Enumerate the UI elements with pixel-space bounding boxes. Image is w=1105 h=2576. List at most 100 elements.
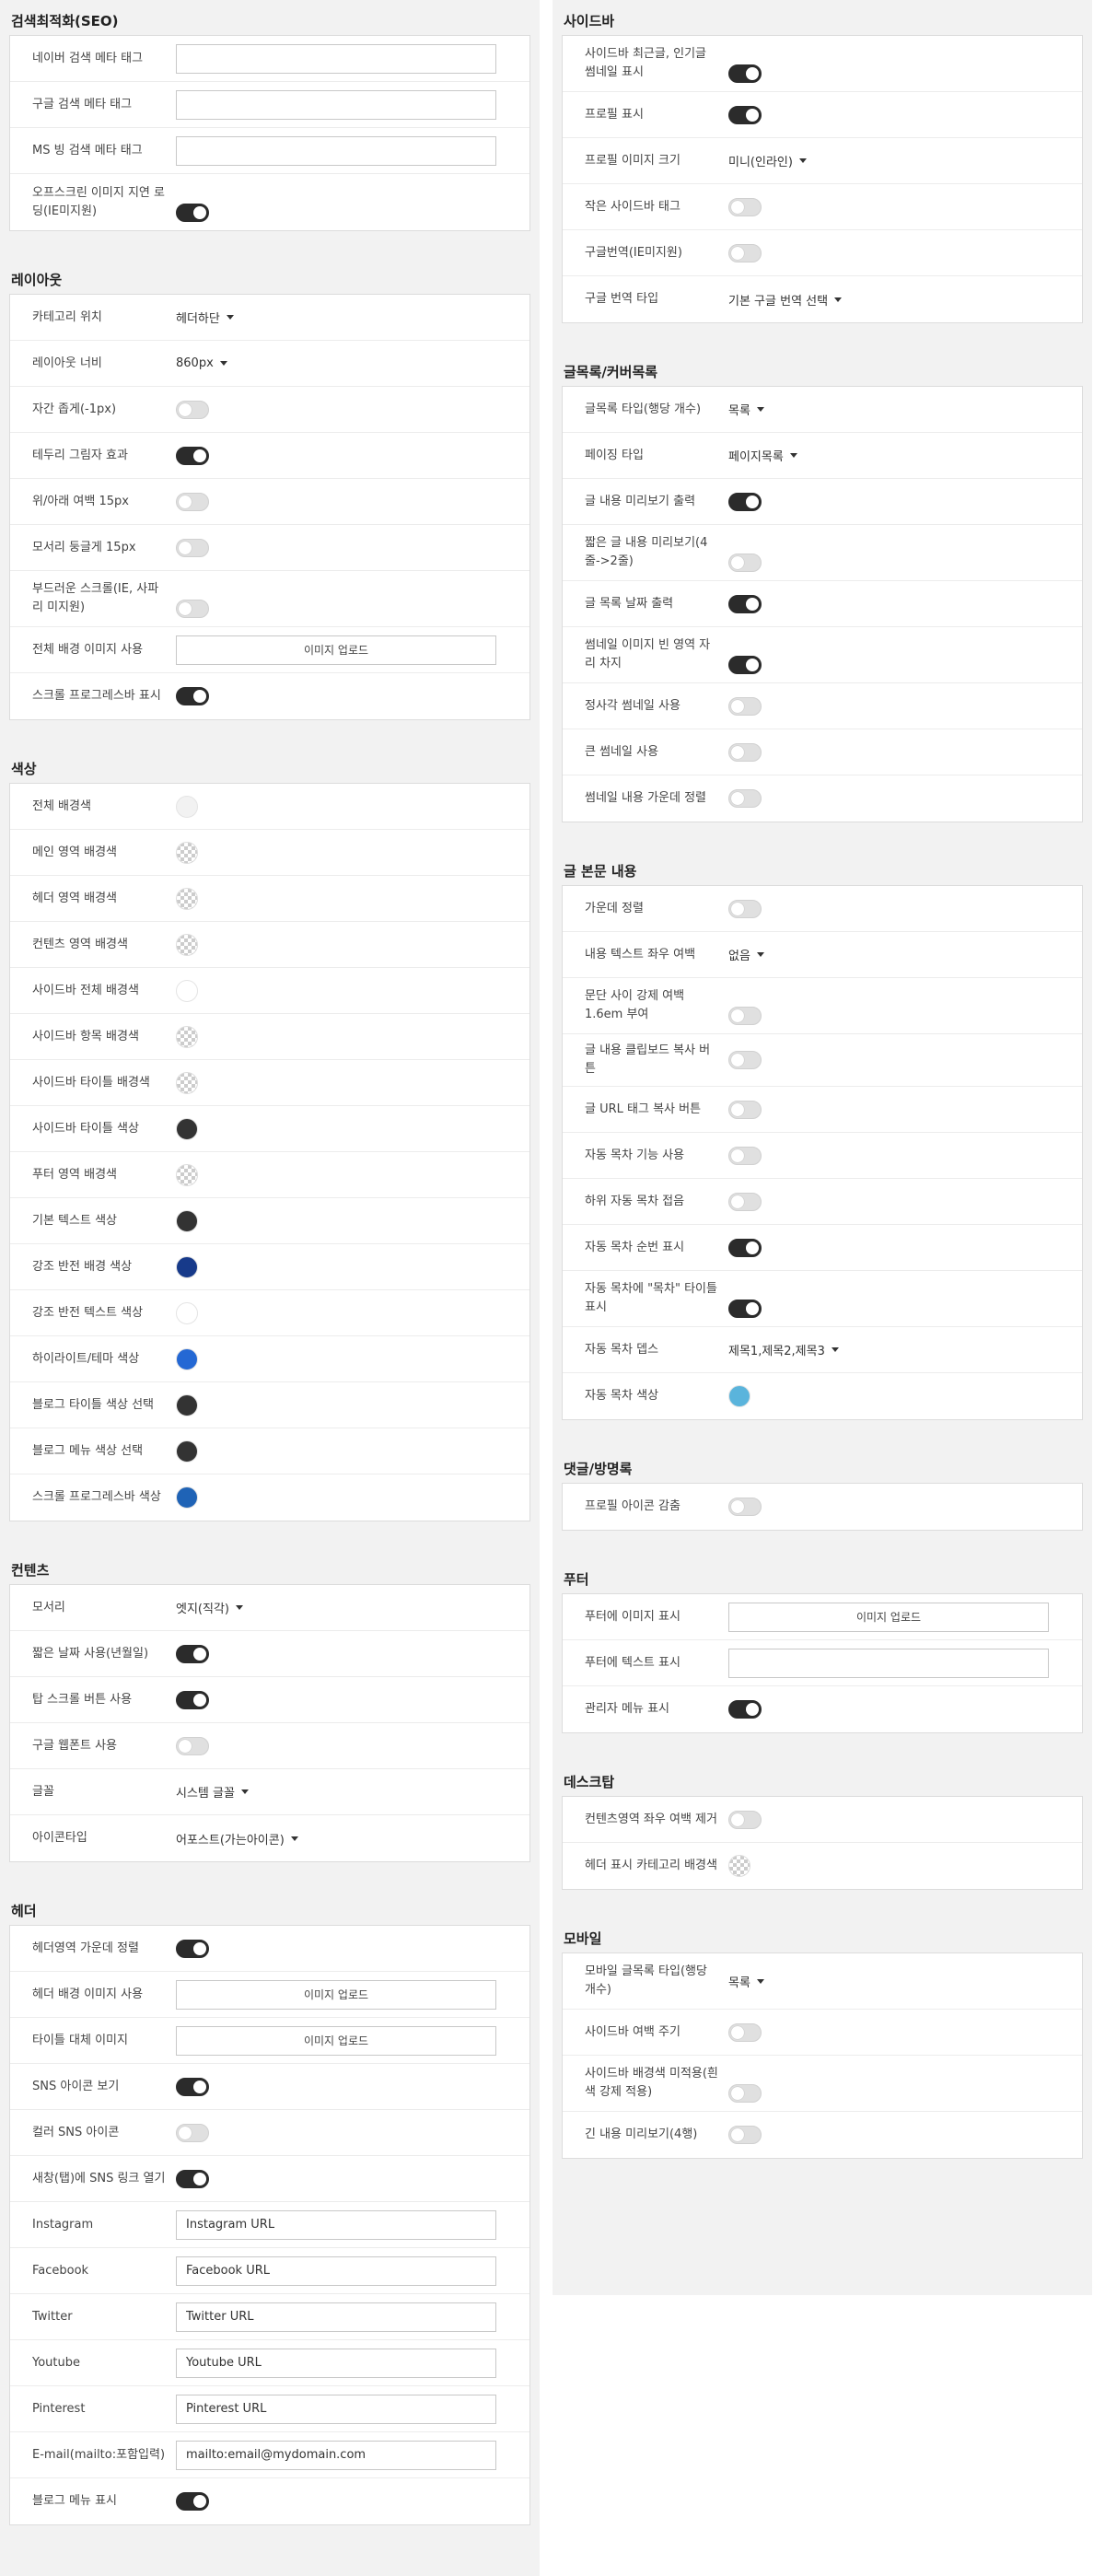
setting-label: 모서리 둥글게 15px [32,540,136,554]
clipboard-button-toggle[interactable] [728,1051,762,1069]
google-webfont-toggle[interactable] [176,1736,209,1755]
setting-label: 컨텐츠영역 좌우 여백 제거 [585,1812,717,1826]
color-setting-row: 블로그 메뉴 색상 선택 [10,1428,529,1474]
corner-style-select[interactable]: 엣지(직각) [176,1599,243,1616]
setting-label: 푸터 영역 배경색 [32,1167,117,1182]
body-center-toggle[interactable] [728,899,762,918]
blog-menu-toggle[interactable] [176,2492,209,2511]
color-swatch[interactable] [176,1255,198,1278]
category-position-select[interactable]: 헤더하단 [176,309,234,326]
scroll-progress-toggle[interactable] [176,687,209,705]
thumb-space-toggle[interactable] [728,656,762,674]
header-center-toggle[interactable] [176,1939,209,1958]
paragraph-margin-toggle[interactable] [728,1007,762,1025]
color-swatch[interactable] [176,887,198,910]
url-tag-button-toggle[interactable] [728,1100,762,1119]
short-date-toggle[interactable] [176,1644,209,1663]
list-type-select[interactable]: 목록 [728,401,764,418]
setting-label: 타이틀 대체 이미지 [32,2033,128,2047]
remove-side-margin-toggle[interactable] [728,1810,762,1829]
smooth-scroll-toggle[interactable] [176,600,209,618]
sns-icon-toggle[interactable] [176,2077,209,2096]
profile-toggle[interactable] [728,105,762,124]
translate-type-select[interactable]: 기본 구글 번역 선택 [728,291,843,309]
select-value: 목록 [728,1976,750,1990]
sub-toc-collapse-toggle[interactable] [728,1192,762,1211]
desktop-section: 데스크탑 컨텐츠영역 좌우 여백 제거 헤더 표시 카테고리 배경색 [562,1768,1083,1890]
color-swatch[interactable] [176,1117,198,1140]
title-image-upload-button[interactable]: 이미지 업로드 [176,2025,496,2056]
color-sns-toggle[interactable] [176,2123,209,2142]
bing-meta-input[interactable] [176,135,496,166]
color-swatch[interactable] [176,1440,198,1463]
sidebar-bg-toggle[interactable] [728,2084,762,2103]
thumb-center-toggle[interactable] [728,789,762,808]
offscreen-lazyload-toggle[interactable] [176,203,209,222]
color-swatch[interactable] [176,1301,198,1324]
setting-label: 네이버 검색 메타 태그 [32,51,144,65]
mobile-list-type-select[interactable]: 목록 [728,1973,764,1990]
color-swatch[interactable] [176,1347,198,1370]
setting-label: 모서리 [32,1600,65,1614]
category-bg-color-swatch[interactable] [728,1855,750,1877]
color-swatch[interactable] [176,1209,198,1232]
short-preview-toggle[interactable] [728,554,762,572]
twitter-url-input[interactable] [176,2302,496,2332]
rounded-corner-toggle[interactable] [176,538,209,557]
toc-title-toggle[interactable] [728,1300,762,1318]
setting-row: 짧은 날짜 사용(년월일) [10,1631,529,1677]
preview-toggle[interactable] [728,492,762,511]
admin-menu-toggle[interactable] [728,1700,762,1719]
color-swatch[interactable] [176,933,198,956]
side-margin-select[interactable]: 없음 [728,946,764,963]
setting-row: 자동 목차에 "목차" 타이틀 표시 [563,1271,1082,1327]
email-input[interactable] [176,2440,496,2470]
setting-row: 아이콘타입 어포스트(가는아이콘) [10,1815,529,1861]
letter-spacing-toggle[interactable] [176,400,209,419]
long-preview-toggle[interactable] [728,2126,762,2144]
font-select[interactable]: 시스템 글꼴 [176,1783,249,1801]
setting-row: 썸네일 내용 가운데 정렬 [563,775,1082,822]
footer-image-upload-button[interactable]: 이미지 업로드 [728,1602,1049,1632]
color-swatch[interactable] [176,1025,198,1048]
top-scroll-toggle[interactable] [176,1690,209,1709]
layout-width-select[interactable]: 860px [176,356,227,370]
facebook-url-input[interactable] [176,2255,496,2286]
youtube-url-input[interactable] [176,2348,496,2378]
setting-label: 블로그 타이틀 색상 선택 [32,1397,154,1412]
setting-label: 글 목록 날짜 출력 [585,596,674,611]
color-swatch[interactable] [176,1486,198,1509]
setting-label: MS 빙 검색 메타 태그 [32,143,143,157]
sidebar-margin-toggle[interactable] [728,2022,762,2042]
list-date-toggle[interactable] [728,594,762,613]
auto-toc-toggle[interactable] [728,1146,762,1165]
toc-depth-select[interactable]: 제목1,제목2,제목3 [728,1341,839,1358]
sns-newtab-toggle[interactable] [176,2169,209,2188]
naver-meta-input[interactable] [176,43,496,74]
toc-numbering-toggle[interactable] [728,1238,762,1257]
color-swatch[interactable] [176,795,198,818]
sidebar-thumbnail-toggle[interactable] [728,64,762,83]
hide-profile-icon-toggle[interactable] [728,1498,762,1516]
google-translate-toggle[interactable] [728,243,762,262]
toc-color-swatch[interactable] [728,1385,750,1407]
background-image-upload-button[interactable]: 이미지 업로드 [176,635,496,665]
color-swatch[interactable] [176,1071,198,1094]
color-swatch[interactable] [176,841,198,864]
border-shadow-toggle[interactable] [176,446,209,465]
small-tag-toggle[interactable] [728,197,762,216]
square-thumb-toggle[interactable] [728,696,762,716]
big-thumb-toggle[interactable] [728,742,762,762]
header-background-upload-button[interactable]: 이미지 업로드 [176,1979,496,2010]
paging-type-select[interactable]: 페이지목록 [728,447,797,464]
color-swatch[interactable] [176,1393,198,1416]
profile-size-select[interactable]: 미니(인라인) [728,152,807,169]
google-meta-input[interactable] [176,89,496,120]
vertical-margin-toggle[interactable] [176,492,209,511]
color-swatch[interactable] [176,1163,198,1186]
pinterest-url-input[interactable] [176,2394,496,2424]
icon-type-select[interactable]: 어포스트(가는아이콘) [176,1830,298,1847]
instagram-url-input[interactable] [176,2209,496,2240]
footer-text-input[interactable] [728,1648,1049,1678]
color-swatch[interactable] [176,979,198,1002]
